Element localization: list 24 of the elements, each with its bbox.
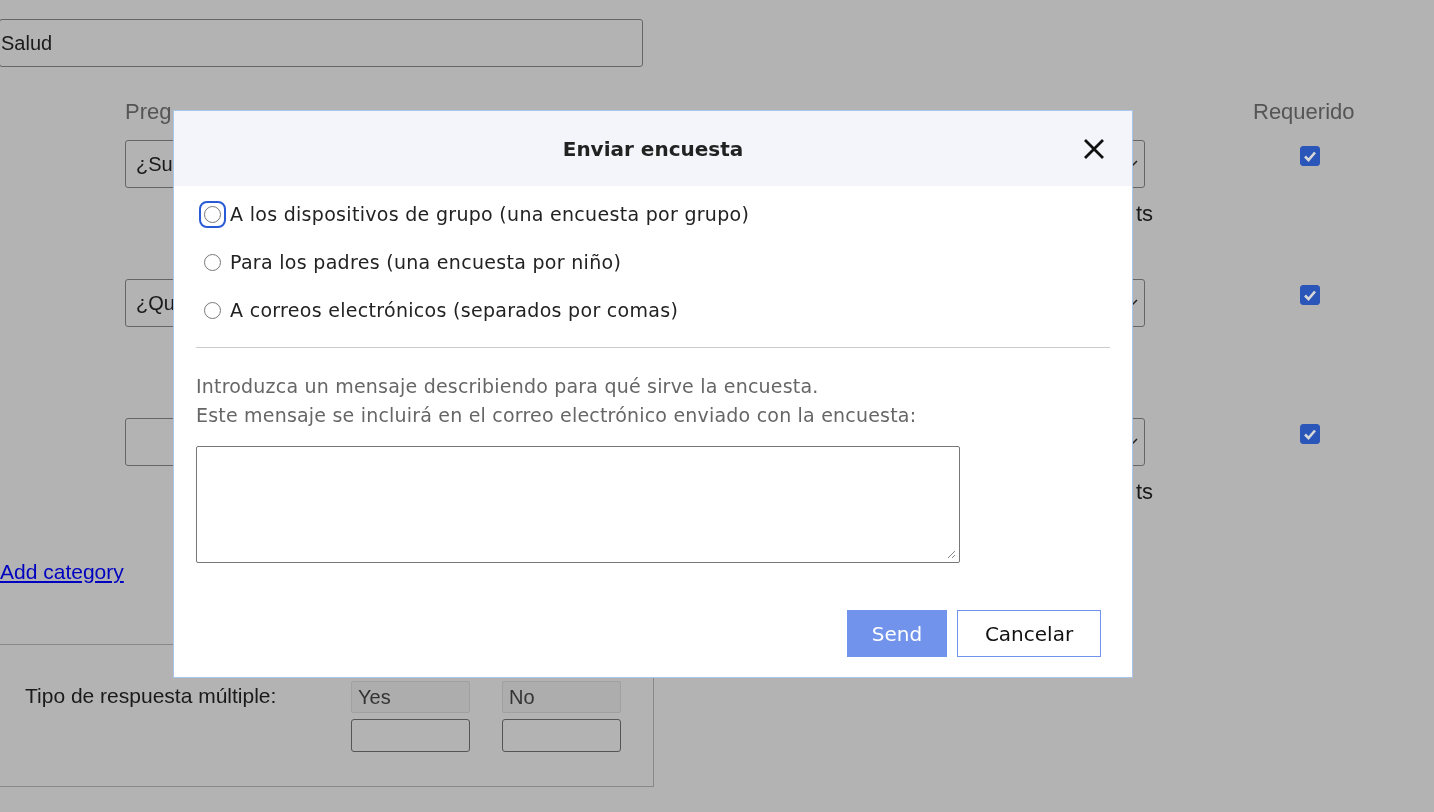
column-header: Preg — [125, 99, 173, 125]
radio-label[interactable]: A correos electrónicos (separados por comas) — [230, 299, 679, 321]
message-field[interactable] — [196, 446, 960, 563]
radio-label[interactable]: Para los padres (una encuesta por niño) — [230, 251, 622, 273]
option-input-field[interactable] — [502, 719, 621, 752]
dialog-title: Enviar encuesta — [562, 136, 744, 161]
required-checkbox[interactable] — [1300, 146, 1320, 166]
instruction-text: Introduzca un mensaje describiendo para qué sirve la encuesta. — [196, 374, 820, 399]
resize-grip-icon — [946, 549, 956, 559]
instruction-text: Este mensaje se incluirá en el correo electrónico enviado con la encuesta: — [196, 403, 918, 428]
category-field[interactable]: Salud — [0, 19, 643, 67]
close-icon[interactable] — [1083, 138, 1105, 160]
radio-label[interactable]: A los dispositivos de grupo (una encuesta por grupo) — [230, 203, 750, 225]
multiple-answer-label: Tipo de respuesta múltiple: — [25, 684, 278, 708]
cancel-button[interactable]: Cancelar — [957, 610, 1101, 657]
required-checkbox[interactable] — [1300, 285, 1320, 305]
option-input-field[interactable] — [351, 719, 470, 752]
column-header: Requerido — [1253, 99, 1356, 125]
add-category-link[interactable]: Add category — [0, 560, 124, 584]
option-field[interactable]: No — [502, 681, 621, 713]
required-checkbox[interactable] — [1300, 424, 1320, 444]
answer-type-text: ts — [1134, 478, 1153, 506]
answer-type-text: ts — [1134, 200, 1153, 228]
option-field[interactable]: Yes — [351, 681, 470, 713]
